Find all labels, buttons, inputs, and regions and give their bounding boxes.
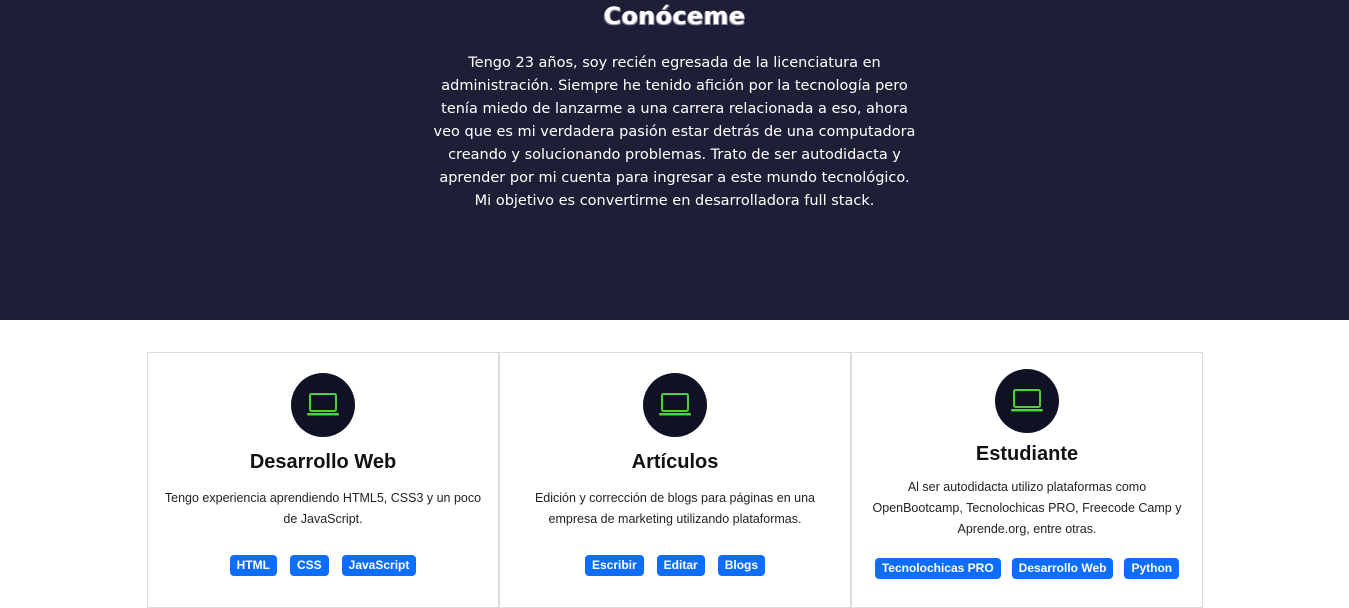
- tag-desarrollo-web[interactable]: Desarrollo Web: [1011, 558, 1114, 579]
- tag-escribir[interactable]: Escribir: [584, 555, 644, 576]
- card-title: Desarrollo Web: [249, 451, 397, 473]
- laptop-icon: [1011, 389, 1043, 412]
- card-description: Al ser autodidacta utilizo plataformas c…: [872, 480, 1182, 536]
- tag-css[interactable]: CSS: [289, 555, 329, 576]
- about-paragraph: Tengo 23 años, soy recién egresada de la…: [433, 55, 916, 209]
- card-title: Estudiante: [975, 443, 1079, 465]
- laptop-icon: [307, 393, 339, 416]
- tag-tecnolochicas-pro[interactable]: Tecnolochicas PRO: [874, 558, 1001, 579]
- card-title: Artículos: [631, 451, 719, 473]
- card-articulos: Artículos Edición y corrección de blogs …: [499, 352, 851, 608]
- card-estudiante: Estudiante Al ser autodidacta utilizo pl…: [851, 352, 1203, 608]
- card-description: Tengo experiencia aprendiendo HTML5, CSS…: [164, 491, 482, 526]
- about-title: Conóceme: [603, 2, 746, 30]
- icon-badge: [643, 373, 707, 437]
- icon-badge: [995, 369, 1059, 433]
- tag-list: Tecnolochicas PRO Desarrollo Web Python: [852, 558, 1202, 579]
- tag-list: HTML CSS JavaScript: [148, 555, 498, 576]
- card-desarrollo-web: Desarrollo Web Tengo experiencia aprendi…: [147, 352, 499, 608]
- tag-javascript[interactable]: JavaScript: [341, 555, 417, 576]
- tag-list: Escribir Editar Blogs: [500, 555, 850, 576]
- icon-badge: [291, 373, 355, 437]
- card-description: Edición y corrección de blogs para págin…: [534, 491, 816, 526]
- tag-python[interactable]: Python: [1124, 558, 1180, 579]
- tag-html[interactable]: HTML: [229, 555, 277, 576]
- tag-blogs[interactable]: Blogs: [717, 555, 766, 576]
- skills-cards: Desarrollo Web Tengo experiencia aprendi…: [147, 352, 1203, 608]
- tag-editar[interactable]: Editar: [656, 555, 705, 576]
- about-section: Conóceme Tengo 23 años, soy recién egres…: [0, 0, 1349, 320]
- laptop-icon: [659, 393, 691, 416]
